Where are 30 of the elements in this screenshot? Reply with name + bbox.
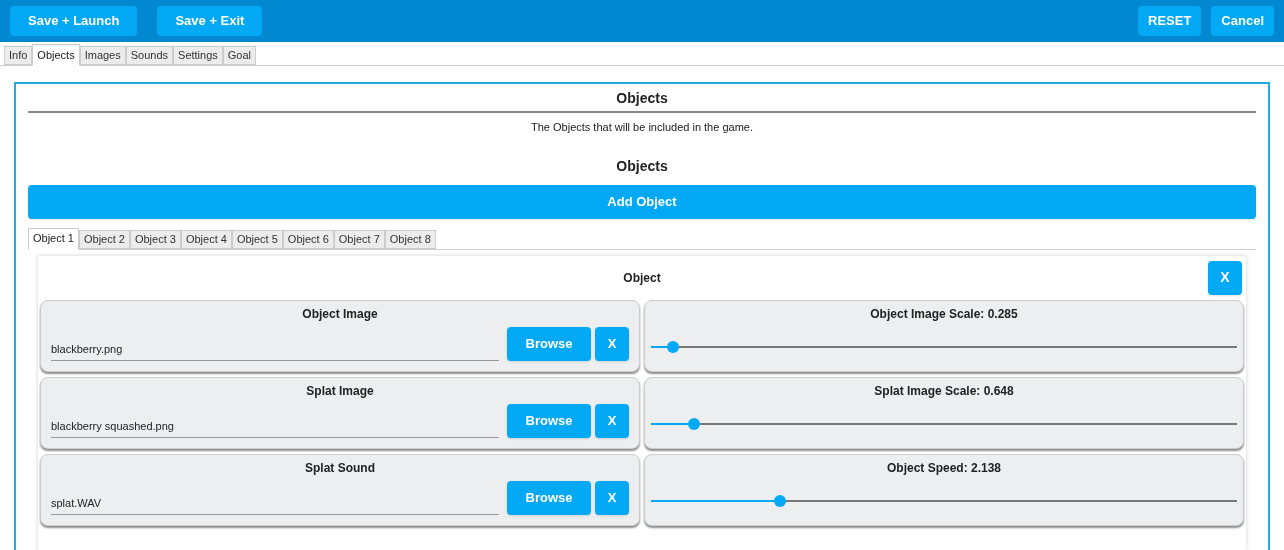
slider[interactable] — [651, 494, 1237, 507]
file-input[interactable]: blackberry squashed.png — [51, 418, 499, 438]
file-input[interactable]: blackberry.png — [51, 341, 499, 361]
tab[interactable]: Object 8 — [384, 229, 436, 249]
tab[interactable]: Sounds — [125, 46, 174, 65]
tab[interactable]: Object 1 — [28, 227, 79, 250]
tab[interactable]: Goal — [222, 46, 257, 65]
file-input[interactable]: splat.WAV — [51, 495, 499, 515]
tab[interactable]: Objects — [32, 44, 80, 66]
section-subtitle: Objects — [615, 156, 669, 176]
slider-label: Object Speed: 2.138 — [885, 459, 1002, 477]
tab[interactable]: Object 6 — [282, 229, 334, 249]
tab[interactable]: Info — [4, 46, 33, 65]
field-label: Object Image — [301, 305, 379, 323]
tab[interactable]: Object 5 — [231, 229, 283, 249]
slider-label: Object Image Scale: 0.285 — [869, 305, 1019, 323]
field-label: Splat Sound — [304, 459, 376, 477]
field-label: Splat Image — [305, 382, 375, 400]
tab[interactable]: Object 7 — [333, 229, 385, 249]
tab[interactable]: Object 2 — [78, 229, 130, 249]
tab[interactable]: Settings — [173, 46, 223, 65]
slider-label: Splat Image Scale: 0.648 — [873, 382, 1015, 400]
section-title: Objects — [28, 84, 1256, 113]
tab[interactable]: Object 3 — [129, 229, 181, 249]
tab[interactable]: Object 4 — [180, 229, 232, 249]
section-description: The Objects that will be included in the game. — [530, 120, 754, 135]
object-title: Object — [623, 269, 661, 287]
tab[interactable]: Images — [79, 46, 126, 65]
slider[interactable] — [651, 340, 1237, 353]
slider[interactable] — [651, 417, 1237, 430]
